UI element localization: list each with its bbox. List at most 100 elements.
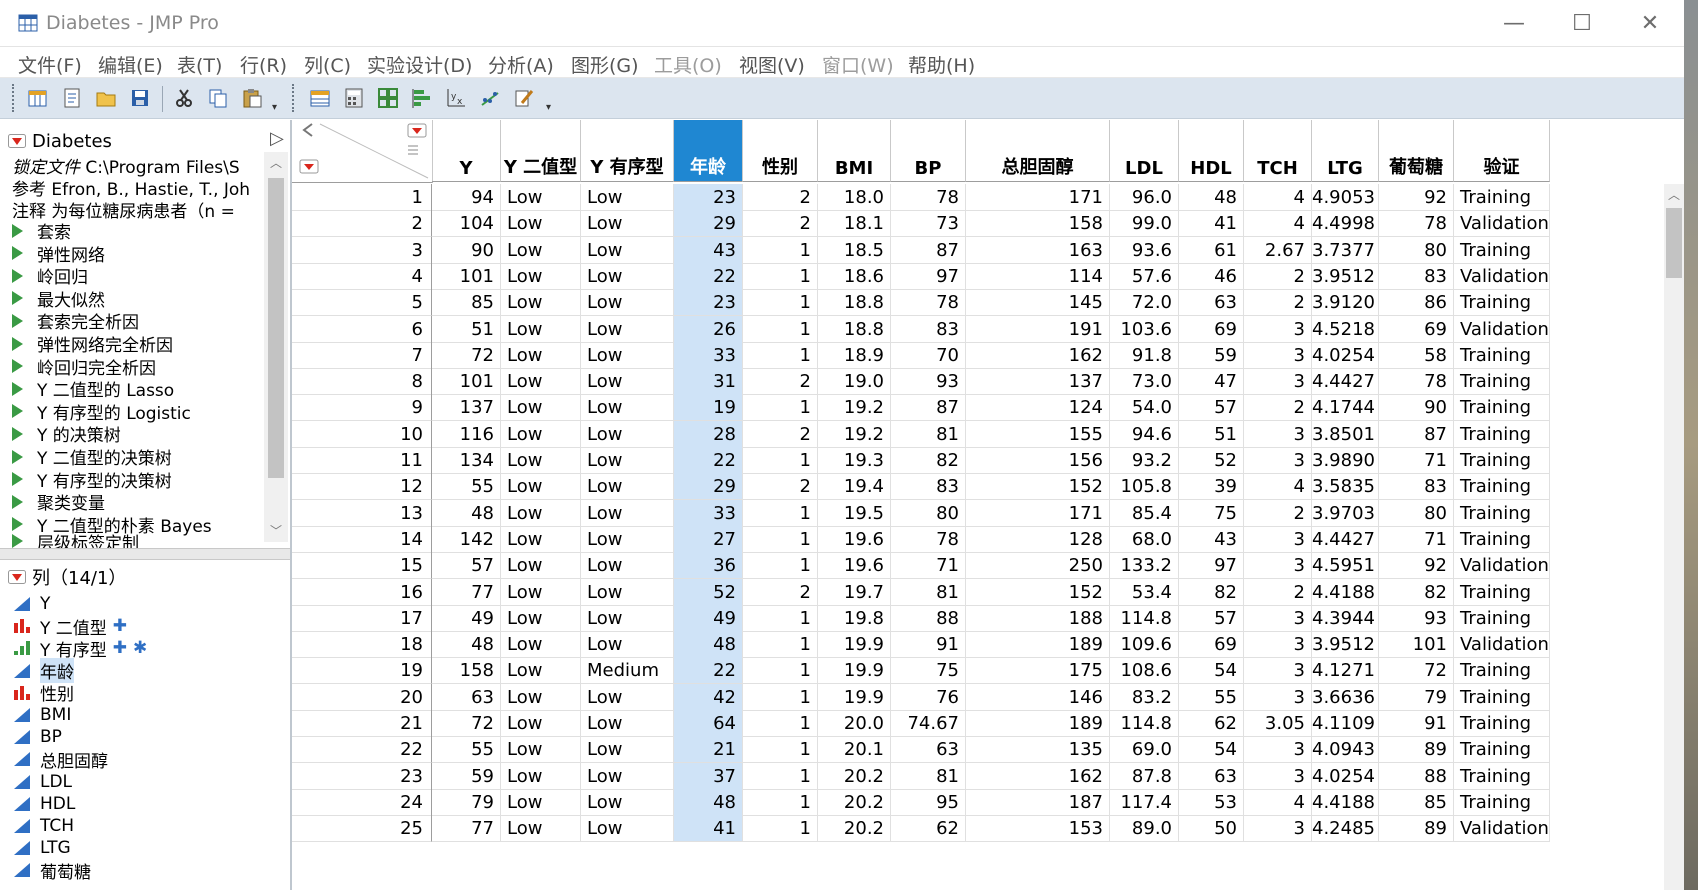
table-cell[interactable]: 92 bbox=[1379, 184, 1454, 211]
table-cell[interactable]: 29 bbox=[674, 210, 743, 238]
table-cell[interactable]: 80 bbox=[1379, 499, 1454, 527]
table-cell[interactable]: 29 bbox=[674, 473, 743, 501]
table-cell[interactable]: 72 bbox=[432, 341, 501, 369]
layout-button[interactable] bbox=[374, 84, 402, 112]
column-header[interactable]: BMI bbox=[818, 120, 891, 182]
table-cell[interactable]: 49 bbox=[674, 604, 743, 632]
table-cell[interactable]: 78 bbox=[1379, 368, 1454, 396]
table-cell[interactable]: 94.6 bbox=[1110, 420, 1179, 448]
table-cell[interactable]: 96.0 bbox=[1110, 184, 1179, 211]
column-header[interactable]: Y 有序型 bbox=[581, 120, 674, 182]
table-cell[interactable]: 1 bbox=[743, 236, 818, 264]
table-cell[interactable]: Low bbox=[501, 473, 581, 501]
column-property-icon[interactable]: ✚ ✱ bbox=[113, 638, 147, 658]
table-cell[interactable]: Low bbox=[501, 762, 581, 790]
table-cell[interactable]: 156 bbox=[966, 447, 1110, 474]
row-number[interactable]: 11 bbox=[292, 447, 432, 474]
table-cell[interactable]: 4.3944 bbox=[1312, 604, 1379, 632]
table-cell[interactable]: 142 bbox=[432, 525, 501, 553]
table-cell[interactable]: 2 bbox=[743, 420, 818, 448]
table-cell[interactable]: Low bbox=[501, 341, 581, 369]
toolbar-overflow-icon[interactable]: ▾ bbox=[546, 102, 551, 113]
table-cell[interactable]: Training bbox=[1454, 394, 1550, 422]
table-cell[interactable]: 87 bbox=[891, 236, 966, 264]
table-script-item[interactable]: 套索 bbox=[12, 218, 71, 243]
table-cell[interactable]: 4.0943 bbox=[1312, 736, 1379, 764]
table-script-item[interactable]: 套索完全析因 bbox=[12, 308, 139, 333]
table-cell[interactable]: Low bbox=[581, 262, 674, 290]
table-cell[interactable]: 3 bbox=[1244, 525, 1312, 553]
row-number[interactable]: 21 bbox=[292, 710, 432, 737]
table-cell[interactable]: 20.2 bbox=[818, 762, 891, 790]
table-cell[interactable]: Low bbox=[581, 578, 674, 606]
table-cell[interactable]: 63 bbox=[1179, 762, 1244, 790]
continuous-modeling-type-icon[interactable] bbox=[12, 750, 32, 768]
row-number[interactable]: 1 bbox=[292, 184, 432, 211]
nominal-modeling-type-icon[interactable] bbox=[12, 684, 32, 702]
table-cell[interactable]: 83 bbox=[891, 315, 966, 343]
table-cell[interactable]: 18.9 bbox=[818, 341, 891, 369]
row-number[interactable]: 22 bbox=[292, 736, 432, 764]
table-cell[interactable]: Validation bbox=[1454, 552, 1550, 580]
table-cell[interactable]: 103.6 bbox=[1110, 315, 1179, 343]
table-cell[interactable]: Validation bbox=[1454, 315, 1550, 343]
table-cell[interactable]: 83 bbox=[1379, 262, 1454, 290]
table-cell[interactable]: 1 bbox=[743, 657, 818, 685]
table-cell[interactable]: 41 bbox=[674, 815, 743, 843]
table-cell[interactable]: 57 bbox=[1179, 604, 1244, 632]
table-cell[interactable]: 19.5 bbox=[818, 499, 891, 527]
table-cell[interactable]: 3 bbox=[1244, 341, 1312, 369]
table-cell[interactable]: Low bbox=[581, 368, 674, 396]
table-cell[interactable]: 94 bbox=[432, 184, 501, 211]
column-header[interactable]: Y bbox=[432, 120, 501, 182]
table-cell[interactable]: 1 bbox=[743, 525, 818, 553]
table-cell[interactable]: 37 bbox=[674, 762, 743, 790]
run-script-icon[interactable] bbox=[12, 426, 23, 441]
table-cell[interactable]: 1 bbox=[743, 447, 818, 474]
table-cell[interactable]: 93 bbox=[1379, 604, 1454, 632]
table-cell[interactable]: 3 bbox=[1244, 736, 1312, 764]
table-cell[interactable]: 68.0 bbox=[1110, 525, 1179, 553]
continuous-modeling-type-icon[interactable] bbox=[12, 595, 32, 613]
table-cell[interactable]: 158 bbox=[432, 657, 501, 685]
menu-item[interactable]: 帮助(H) bbox=[908, 51, 975, 78]
table-cell[interactable]: Low bbox=[501, 578, 581, 606]
table-cell[interactable]: 55 bbox=[432, 473, 501, 501]
table-cell[interactable]: 77 bbox=[432, 815, 501, 843]
table-cell[interactable]: 3 bbox=[1244, 762, 1312, 790]
table-cell[interactable]: 2 bbox=[1244, 578, 1312, 606]
run-script-icon[interactable] bbox=[12, 449, 23, 464]
table-cell[interactable]: 59 bbox=[432, 762, 501, 790]
table-cell[interactable]: 90 bbox=[432, 236, 501, 264]
table-script-item[interactable]: Y 二值型的朴素 Bayes bbox=[12, 512, 212, 537]
table-cell[interactable]: 133.2 bbox=[1110, 552, 1179, 580]
table-cell[interactable]: 55 bbox=[1179, 683, 1244, 711]
row-number[interactable]: 18 bbox=[292, 631, 432, 659]
table-cell[interactable]: 51 bbox=[432, 315, 501, 343]
table-cell[interactable]: 75 bbox=[891, 657, 966, 685]
table-cell[interactable]: Low bbox=[501, 815, 581, 843]
table-cell[interactable]: Low bbox=[581, 762, 674, 790]
table-cell[interactable]: Low bbox=[501, 315, 581, 343]
table-cell[interactable]: 2 bbox=[743, 578, 818, 606]
column-list-item[interactable]: 总胆固醇 bbox=[12, 748, 108, 772]
table-cell[interactable]: 2 bbox=[743, 184, 818, 211]
menu-item[interactable]: 窗口(W) bbox=[822, 51, 894, 78]
table-cell[interactable]: 3 bbox=[1244, 815, 1312, 843]
row-number[interactable]: 3 bbox=[292, 236, 432, 264]
table-cell[interactable]: Training bbox=[1454, 368, 1550, 396]
table-cell[interactable]: Low bbox=[581, 683, 674, 711]
continuous-modeling-type-icon[interactable] bbox=[12, 728, 32, 746]
table-cell[interactable]: Low bbox=[501, 447, 581, 474]
table-cell[interactable]: 175 bbox=[966, 657, 1110, 685]
grid-vertical-scrollbar[interactable]: ︿ bbox=[1664, 184, 1684, 890]
table-cell[interactable]: 18.1 bbox=[818, 210, 891, 238]
table-cell[interactable]: Low bbox=[501, 525, 581, 553]
save-button[interactable] bbox=[126, 84, 154, 112]
table-cell[interactable]: 3 bbox=[1244, 420, 1312, 448]
table-cell[interactable]: 86 bbox=[1379, 289, 1454, 317]
column-list-item[interactable]: Y bbox=[12, 593, 50, 615]
table-cell[interactable]: 4.5951 bbox=[1312, 552, 1379, 580]
table-cell[interactable]: Low bbox=[581, 473, 674, 501]
continuous-modeling-type-icon[interactable] bbox=[12, 839, 32, 857]
